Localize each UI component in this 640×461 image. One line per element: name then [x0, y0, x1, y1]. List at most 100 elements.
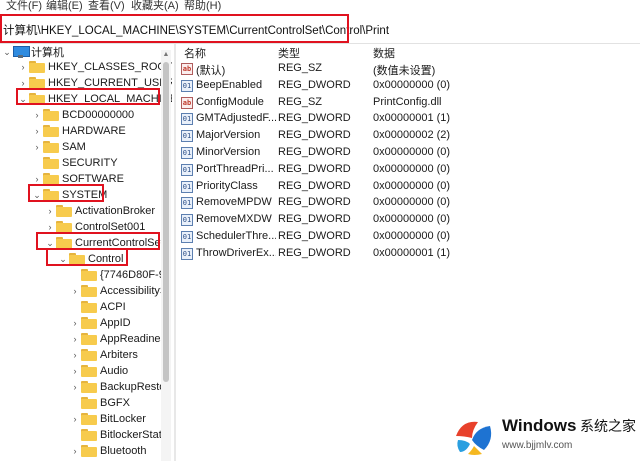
folder-icon	[81, 365, 97, 377]
value-data: 0x00000000 (0)	[373, 146, 451, 158]
tree-item-hklm[interactable]: ⌄ HKEY_LOCAL_MACHINE	[18, 91, 172, 107]
chevron-right-icon[interactable]: ›	[70, 331, 80, 347]
column-header-type[interactable]: 类型	[278, 45, 300, 61]
tree-item-security[interactable]: SECURITY	[32, 155, 118, 171]
tree-item-control-child[interactable]: › AccessibilityS	[70, 283, 167, 299]
chevron-right-icon[interactable]: ›	[70, 283, 80, 299]
tree-label: BGFX	[100, 397, 130, 409]
chevron-right-icon[interactable]: ›	[18, 59, 28, 75]
binary-value-icon: 01	[181, 197, 193, 210]
value-type: REG_DWORD	[278, 78, 351, 91]
table-row[interactable]: 01 ThrowDriverEx... REG_DWORD 0x00000001 (1…	[178, 246, 640, 263]
tree-item-control-child[interactable]: BGFX	[70, 395, 130, 411]
chevron-right-icon[interactable]: ›	[32, 123, 42, 139]
tree-item-control-child[interactable]: › Bluetooth	[70, 443, 146, 459]
table-row[interactable]: ab ConfigModule REG_SZ PrintConfig.dll	[178, 95, 640, 112]
tree-item-control-child[interactable]: › BackupResto	[70, 379, 165, 395]
tree-label: Arbiters	[100, 349, 138, 361]
folder-icon	[81, 333, 97, 345]
chevron-right-icon[interactable]: ›	[70, 315, 80, 331]
pane-splitter[interactable]	[174, 44, 176, 461]
tree-label: 计算机	[31, 47, 64, 59]
tree-item-control-child[interactable]: › AppReadines	[70, 331, 166, 347]
table-row[interactable]: ab (默认) REG_SZ (数值未设置)	[178, 61, 640, 78]
address-bar[interactable]: 计算机\HKEY_LOCAL_MACHINE\SYSTEM\CurrentCon…	[0, 14, 640, 44]
table-row[interactable]: 01 PriorityClass REG_DWORD 0x00000000 (0)	[178, 179, 640, 196]
value-name: ConfigModule	[196, 95, 264, 108]
tree-item-bcd[interactable]: › BCD00000000	[32, 107, 134, 123]
tree-label: AppReadines	[100, 333, 167, 345]
chevron-right-icon[interactable]: ›	[70, 347, 80, 363]
chevron-right-icon[interactable]: ›	[70, 411, 80, 427]
chevron-right-icon[interactable]: ›	[70, 363, 80, 379]
chevron-right-icon[interactable]: ›	[45, 203, 55, 219]
binary-value-icon: 01	[181, 163, 193, 176]
scroll-up-arrow-icon[interactable]: ▲	[161, 50, 171, 60]
chevron-right-icon[interactable]: ›	[18, 75, 28, 91]
tree-item-control-child[interactable]: › Audio	[70, 363, 128, 379]
tree-item-control[interactable]: ⌄ Control	[58, 251, 123, 267]
chevron-right-icon[interactable]: ›	[32, 171, 42, 187]
tree-scrollbar-thumb[interactable]	[163, 62, 169, 382]
tree-label: SAM	[62, 141, 86, 153]
tree-item-control-child[interactable]: › Arbiters	[70, 347, 138, 363]
value-data: 0x00000000 (0)	[373, 196, 451, 209]
tree-item-sam[interactable]: › SAM	[32, 139, 86, 155]
folder-icon	[56, 237, 72, 249]
chevron-right-icon[interactable]: ›	[70, 443, 80, 459]
chevron-down-icon[interactable]: ⌄	[18, 91, 28, 107]
binary-value-icon: 01	[181, 231, 193, 243]
chevron-right-icon[interactable]: ›	[32, 139, 42, 155]
chevron-down-icon[interactable]: ⌄	[32, 187, 42, 203]
chevron-down-icon[interactable]: ⌄	[2, 44, 12, 60]
menu-edit[interactable]: 编辑(E)	[46, 0, 83, 13]
value-data: 0x00000000 (0)	[373, 179, 451, 192]
folder-icon	[56, 205, 72, 217]
menu-help[interactable]: 帮助(H)	[184, 0, 221, 13]
tree-item-currentcontrolset[interactable]: ⌄ CurrentControlSet	[45, 235, 164, 251]
value-type: REG_DWORD	[278, 129, 351, 142]
chevron-down-icon[interactable]: ⌄	[58, 251, 68, 267]
menu-file[interactable]: 文件(F)	[6, 0, 42, 13]
folder-icon	[81, 301, 97, 313]
tree-item-control-child[interactable]: ACPI	[70, 299, 126, 315]
chevron-right-icon[interactable]: ›	[45, 219, 55, 235]
tree-item-activationbroker[interactable]: › ActivationBroker	[45, 203, 155, 219]
folder-icon	[29, 77, 45, 89]
tree-item-control-child[interactable]: › AppID	[70, 315, 131, 331]
table-row[interactable]: 01 GMTAdjustedF... REG_DWORD 0x00000001 (1)	[178, 111, 640, 128]
table-row[interactable]: 01 RemoveMPDW REG_DWORD 0x00000000 (0)	[178, 195, 640, 212]
table-row[interactable]: 01 MajorVersion REG_DWORD 0x00000002 (2)	[178, 128, 640, 145]
tree-item-hkcu[interactable]: › HKEY_CURRENT_USER	[18, 75, 172, 91]
tree-label: HARDWARE	[62, 125, 126, 137]
binary-value-icon: 01	[181, 113, 193, 126]
tree-item-hkcr[interactable]: › HKEY_CLASSES_ROOT	[18, 59, 172, 75]
table-row[interactable]: 01 MinorVersion REG_DWORD 0x00000000 (0)	[178, 145, 640, 162]
table-row[interactable]: 01 SchedulerThre... REG_DWORD 0x00000000 (0…	[178, 229, 640, 246]
value-type: REG_DWORD	[278, 112, 351, 125]
tree-item-control-child[interactable]: {7746D80F-97	[70, 267, 171, 283]
chevron-right-icon[interactable]: ›	[32, 107, 42, 123]
tree-item-computer[interactable]: ⌄ 计算机	[2, 44, 64, 60]
column-header-name[interactable]: 名称	[184, 45, 206, 61]
table-row[interactable]: 01 PortThreadPri... REG_DWORD 0x00000000 (0…	[178, 162, 640, 179]
table-row[interactable]: 01 BeepEnabled REG_DWORD 0x00000000 (0)	[178, 78, 640, 95]
folder-icon	[81, 349, 97, 361]
chevron-down-icon[interactable]: ⌄	[45, 235, 55, 251]
tree-item-system[interactable]: ⌄ SYSTEM	[32, 187, 107, 203]
column-header-data[interactable]: 数据	[373, 45, 395, 61]
tree-item-control-child[interactable]: BitlockerStat	[70, 427, 162, 443]
tree-item-hardware[interactable]: › HARDWARE	[32, 123, 126, 139]
folder-icon	[43, 173, 59, 185]
address-path[interactable]: 计算机\HKEY_LOCAL_MACHINE\SYSTEM\CurrentCon…	[3, 22, 389, 38]
menu-view[interactable]: 查看(V)	[88, 0, 125, 13]
menu-favorites[interactable]: 收藏夹(A)	[131, 0, 179, 13]
registry-tree: ⌄ 计算机 › HKEY_CLASSES_ROOT › HKEY_CURRENT…	[0, 44, 172, 461]
value-type: REG_SZ	[278, 62, 323, 74]
tree-item-control-child[interactable]: › BitLocker	[70, 411, 146, 427]
tree-item-controlset001[interactable]: › ControlSet001	[45, 219, 145, 235]
folder-icon	[81, 317, 97, 329]
tree-item-software[interactable]: › SOFTWARE	[32, 171, 124, 187]
table-row[interactable]: 01 RemoveMXDW REG_DWORD 0x00000000 (0)	[178, 212, 640, 229]
chevron-right-icon[interactable]: ›	[70, 379, 80, 395]
